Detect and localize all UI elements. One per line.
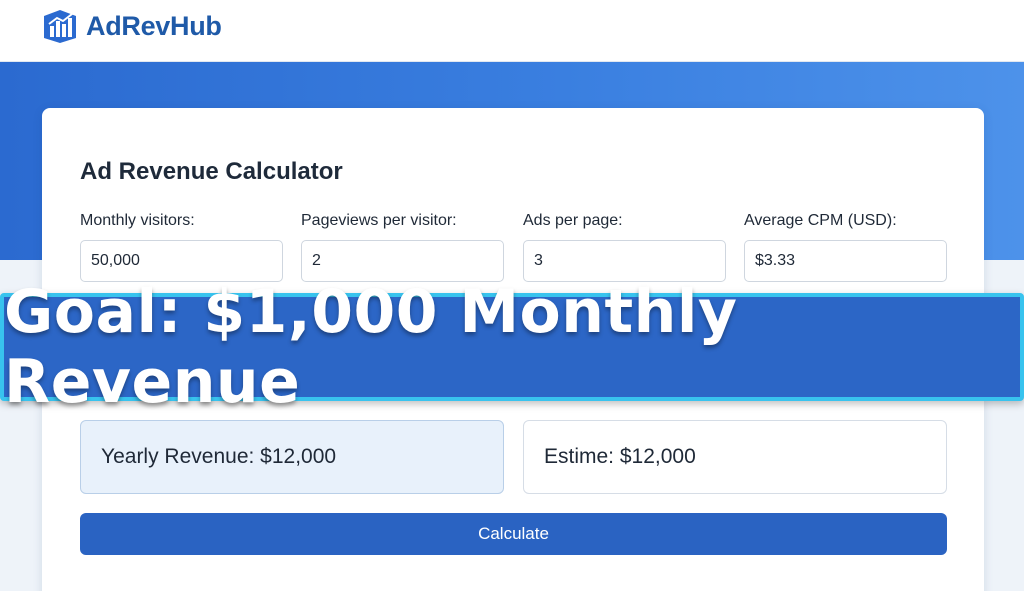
brand-name: AdRevHub <box>86 10 222 41</box>
average-cpm-label: Average CPM (USD): <box>744 212 897 229</box>
pageviews-per-visitor-field: Pageviews per visitor: <box>301 212 504 282</box>
goal-banner-text: Goal: $1,000 Monthly Revenue <box>4 277 738 417</box>
average-cpm-field: Average CPM (USD): <box>744 212 947 282</box>
brand[interactable]: AdRevHub <box>42 6 222 46</box>
pageviews-per-visitor-label: Pageviews per visitor: <box>301 212 457 229</box>
bar-chart-logo-icon <box>44 10 76 43</box>
pageviews-per-visitor-input[interactable] <box>301 240 504 282</box>
yearly-revenue-result: Yearly Revenue: $12,000 <box>80 420 504 494</box>
calculator-title: Ad Revenue Calculator <box>80 158 343 185</box>
monthly-visitors-label: Monthly visitors: <box>80 212 195 229</box>
estimate-result: Estime: $12,000 <box>523 420 947 494</box>
calculate-button[interactable]: Calculate <box>80 513 947 555</box>
monthly-visitors-input[interactable] <box>80 240 283 282</box>
top-header: AdRevHub <box>0 0 1024 62</box>
ads-per-page-input[interactable] <box>523 240 726 282</box>
page: AdRevHub Ad Revenue Calculator Monthly v… <box>0 0 1024 591</box>
goal-banner: Goal: $1,000 Monthly Revenue <box>0 277 1024 417</box>
ads-per-page-label: Ads per page: <box>523 212 623 229</box>
ads-per-page-field: Ads per page: <box>523 212 726 282</box>
average-cpm-input[interactable] <box>744 240 947 282</box>
monthly-visitors-field: Monthly visitors: <box>80 212 283 282</box>
